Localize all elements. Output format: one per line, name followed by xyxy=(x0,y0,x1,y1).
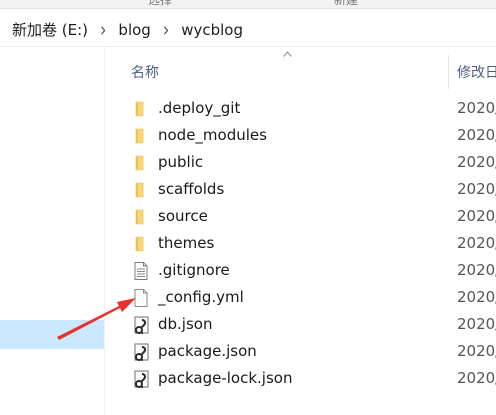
file-row[interactable]: source 2020/ xyxy=(105,203,496,230)
ribbon-strip: 选择 新建 xyxy=(0,0,496,9)
navigation-pane[interactable] xyxy=(0,47,104,415)
column-header: 名称 修改日 xyxy=(105,47,496,95)
breadcrumb-separator[interactable]: › xyxy=(153,17,179,42)
file-icon xyxy=(131,288,151,308)
sort-ascending-icon xyxy=(283,51,292,57)
file-row[interactable]: _config.yml 2020/ xyxy=(105,284,496,311)
file-row[interactable]: node_modules 2020/ xyxy=(105,122,496,149)
file-name: node_modules xyxy=(158,126,267,144)
file-date: 2020/ xyxy=(457,207,496,225)
file-name: _config.yml xyxy=(158,288,244,306)
folder-icon xyxy=(131,153,151,173)
file-name: .deploy_git xyxy=(158,99,241,117)
file-name: package.json xyxy=(158,342,257,360)
file-row[interactable]: public 2020/ xyxy=(105,149,496,176)
json-file-icon xyxy=(131,315,151,335)
file-name: themes xyxy=(158,234,215,252)
file-date: 2020/ xyxy=(457,153,496,171)
file-row[interactable]: scaffolds 2020/ xyxy=(105,176,496,203)
file-name: package-lock.json xyxy=(158,369,293,387)
file-name: .gitignore xyxy=(158,261,230,279)
file-date: 2020/ xyxy=(457,288,496,306)
ribbon-group-select[interactable]: 选择 xyxy=(130,0,190,8)
file-date: 2020/ xyxy=(457,234,496,252)
json-file-icon xyxy=(131,369,151,389)
file-date: 2020/ xyxy=(457,369,496,387)
folder-icon xyxy=(131,180,151,200)
file-name: scaffolds xyxy=(158,180,225,198)
file-row[interactable]: package-lock.json 2020/ xyxy=(105,365,496,392)
ribbon-group-new[interactable]: 新建 xyxy=(316,0,376,8)
file-row[interactable]: package.json 2020/ xyxy=(105,338,496,365)
folder-icon xyxy=(131,234,151,254)
column-name-header[interactable]: 名称 xyxy=(131,62,159,82)
file-date: 2020/ xyxy=(457,315,496,333)
file-row[interactable]: .gitignore 2020/ xyxy=(105,257,496,284)
column-separator[interactable] xyxy=(448,55,449,89)
file-name: db.json xyxy=(158,315,213,333)
folder-icon xyxy=(131,99,151,119)
file-date: 2020/ xyxy=(457,180,496,198)
file-row[interactable]: db.json 2020/ xyxy=(105,311,496,338)
file-row[interactable]: .deploy_git 2020/ xyxy=(105,95,496,122)
breadcrumb-blog[interactable]: blog xyxy=(116,21,152,39)
file-name: public xyxy=(158,153,204,171)
folder-icon xyxy=(131,126,151,146)
file-date: 2020/ xyxy=(457,342,496,360)
ribbon-select-label: 选择 xyxy=(147,0,172,7)
folder-icon xyxy=(131,207,151,227)
file-name: source xyxy=(158,207,208,225)
file-row[interactable]: themes 2020/ xyxy=(105,230,496,257)
file-date: 2020/ xyxy=(457,99,496,117)
breadcrumb-wycblog[interactable]: wycblog xyxy=(179,21,245,39)
ribbon-new-label: 新建 xyxy=(333,0,358,7)
nav-selected-item[interactable] xyxy=(0,320,104,349)
breadcrumb-drive[interactable]: 新加卷 (E:) xyxy=(10,19,90,40)
breadcrumb-separator[interactable]: › xyxy=(90,17,116,42)
address-bar[interactable]: 新加卷 (E:) › blog › wycblog xyxy=(0,13,496,47)
file-date: 2020/ xyxy=(457,126,496,144)
json-file-icon xyxy=(131,342,151,362)
file-date: 2020/ xyxy=(457,261,496,279)
column-date-header[interactable]: 修改日 xyxy=(457,62,496,82)
text-file-icon xyxy=(131,261,151,281)
